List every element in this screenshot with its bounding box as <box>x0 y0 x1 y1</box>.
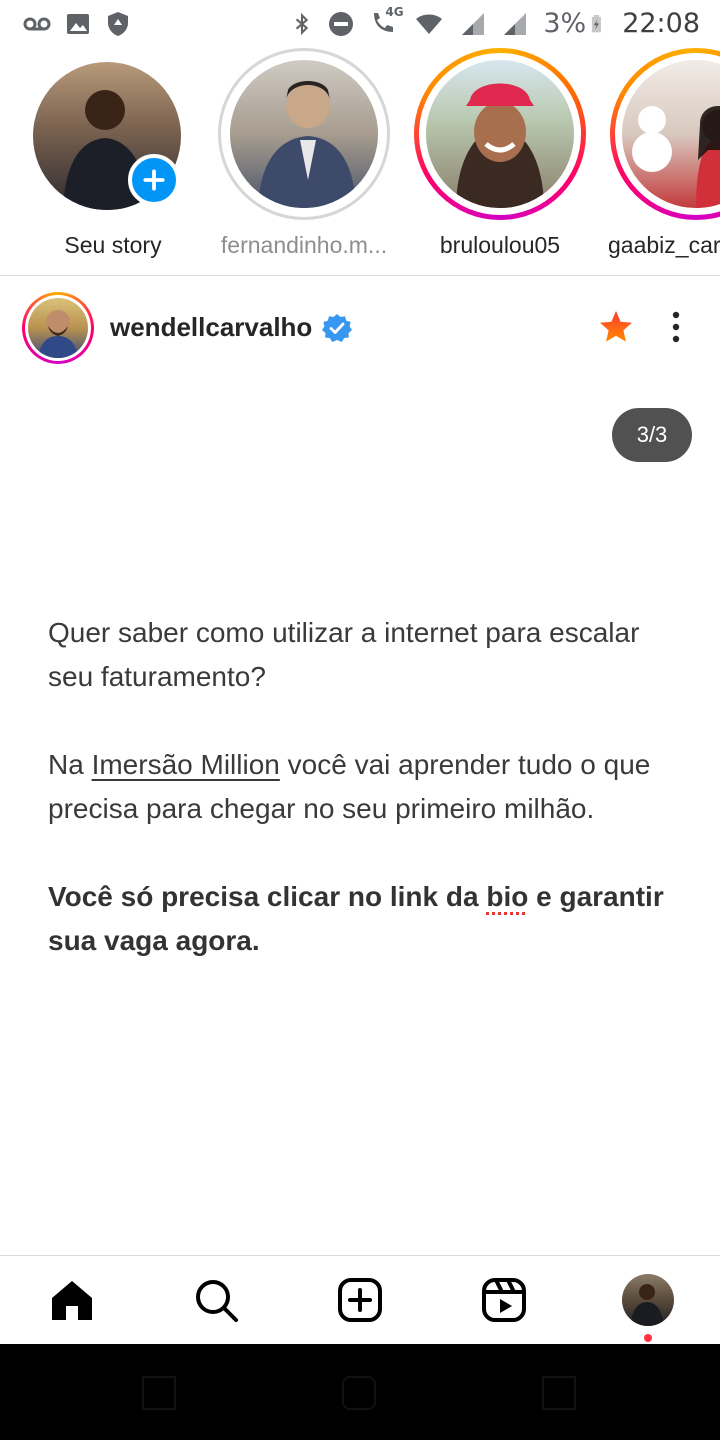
wifi-icon <box>416 14 443 34</box>
reels-icon[interactable] <box>480 1276 528 1324</box>
battery-percent: 3% <box>543 8 587 39</box>
story-avatar <box>230 60 378 208</box>
system-navigation-bar <box>0 1344 720 1440</box>
carousel-counter: 3/3 <box>612 408 692 462</box>
story-item[interactable]: gaabiz_car <box>608 48 720 275</box>
story-username: Seu story <box>64 232 162 258</box>
post-text-paragraph: Na Imersão Million você vai aprender tud… <box>48 749 651 824</box>
stories-tray: Seu story fernandinho.m... bruloulou05 g… <box>0 48 720 276</box>
bottom-navigation <box>0 1255 720 1344</box>
plus-icon <box>143 169 165 191</box>
notification-dot <box>644 1334 652 1342</box>
verified-badge-icon <box>322 314 352 342</box>
post-text-paragraph: Você só precisa clicar no link da bio e … <box>48 881 664 956</box>
vpn-shield-icon <box>108 12 128 36</box>
story-item-own[interactable]: Seu story <box>26 48 206 275</box>
post-username[interactable]: wendellcarvalho <box>110 312 312 343</box>
bluetooth-icon <box>296 12 309 35</box>
post-text-paragraph: Quer saber como utilizar a internet para… <box>48 617 640 692</box>
post-image-text: Quer saber como utilizar a internet para… <box>48 611 688 1007</box>
search-icon[interactable] <box>192 1276 240 1324</box>
network-label: 4G <box>385 4 404 19</box>
status-right-icons: 4G 3% 22:08 <box>291 5 700 39</box>
voicemail-icon <box>23 17 51 31</box>
story-username: fernandinho.m... <box>220 232 388 258</box>
story-avatar <box>426 60 574 208</box>
profile-avatar[interactable] <box>622 1274 674 1326</box>
bio-word: bio <box>486 881 529 912</box>
post-header: wendellcarvalho <box>0 277 720 381</box>
status-left-icons <box>20 10 132 38</box>
home-icon[interactable] <box>48 1276 96 1324</box>
post-carousel[interactable]: 3/3 Quer saber como utilizar a internet … <box>0 381 720 1255</box>
immersion-link-text: Imersão Million <box>91 749 280 780</box>
more-options-icon[interactable] <box>660 309 692 345</box>
home-button[interactable] <box>342 1376 376 1410</box>
battery-icon <box>592 14 602 32</box>
recents-button[interactable] <box>542 1376 576 1410</box>
story-username: bruloulou05 <box>439 232 561 258</box>
story-item[interactable]: fernandinho.m... <box>218 48 398 275</box>
clock: 22:08 <box>622 8 700 39</box>
status-bar: 4G 3% 22:08 <box>0 0 720 48</box>
do-not-disturb-icon <box>329 11 354 36</box>
signal-icon <box>462 12 485 35</box>
new-post-icon[interactable] <box>336 1276 384 1324</box>
story-item[interactable]: bruloulou05 <box>414 48 594 275</box>
story-username: gaabiz_car <box>608 232 720 258</box>
image-icon <box>67 14 89 34</box>
volte-call-icon: 4G <box>369 5 404 39</box>
back-button[interactable] <box>142 1376 176 1410</box>
add-story-button[interactable] <box>128 154 180 206</box>
favorite-star-icon[interactable] <box>598 309 634 345</box>
post-author-avatar[interactable] <box>22 292 94 364</box>
signal-icon <box>504 12 527 35</box>
